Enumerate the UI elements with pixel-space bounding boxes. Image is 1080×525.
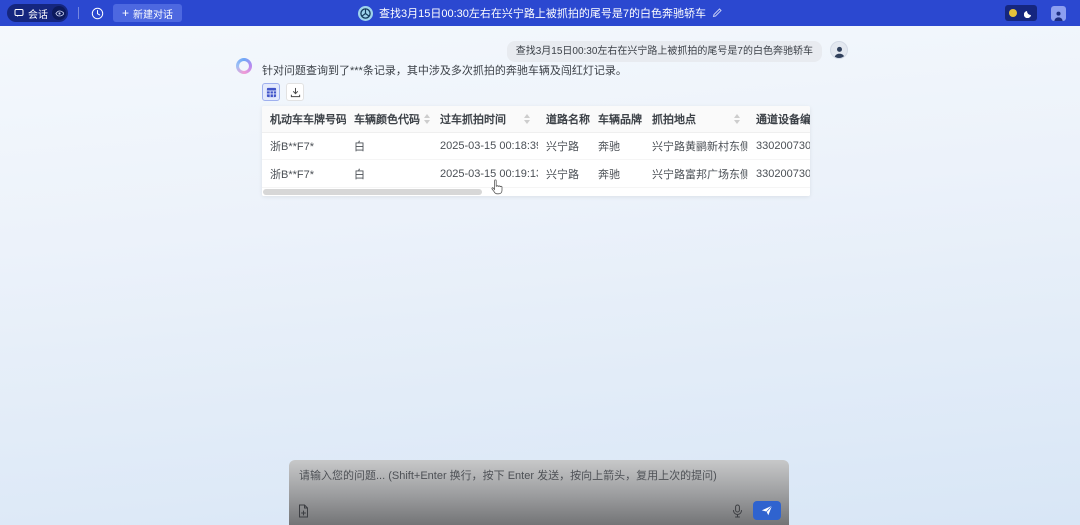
- user-avatar: [830, 41, 848, 59]
- cell-plate: 浙B**F7*: [262, 160, 346, 187]
- chat-icon: [14, 8, 24, 18]
- topbar-title-group: 查找3月15日00:30左右在兴宁路上被抓拍的尾号是7的白色奔驰轿车: [358, 5, 722, 21]
- car-logo-icon: [358, 6, 373, 21]
- table-row[interactable]: 浙B**F7* 白 2025-03-15 00:19:13 兴宁路 奔驰 兴宁路…: [262, 160, 810, 187]
- table-row[interactable]: 浙B**F7* 白 2025-03-15 00:18:39 兴宁路 奔驰 兴宁路…: [262, 133, 810, 160]
- composer-toolbar: [289, 501, 789, 520]
- user-message-row: 查找3月15日00:30左右在兴宁路上被抓拍的尾号是7的白色奔驰轿车: [507, 41, 848, 62]
- send-button[interactable]: [753, 501, 781, 520]
- download-button[interactable]: [286, 83, 304, 101]
- topbar: 会话 + 新建对话 查找3月15日00:30左右在兴宁路上被抓拍的尾号是7的白色…: [0, 0, 1080, 26]
- cell-road: 兴宁路: [538, 160, 590, 187]
- microphone-icon[interactable]: [732, 504, 743, 518]
- theme-toggle[interactable]: [1005, 5, 1037, 21]
- edit-title-icon[interactable]: [712, 8, 722, 18]
- assistant-message: 针对问题查询到了***条记录，其中涉及多次抓拍的奔驰车辆及闯红灯记录。: [262, 62, 627, 78]
- composer: [289, 460, 789, 525]
- column-header-brand[interactable]: 车辆品牌: [590, 106, 644, 133]
- account-avatar-button[interactable]: [1051, 6, 1066, 21]
- assistant-avatar: [236, 58, 252, 74]
- table-view-button[interactable]: [262, 83, 280, 101]
- scrollbar-thumb[interactable]: [263, 189, 482, 195]
- horizontal-scrollbar[interactable]: [262, 187, 810, 196]
- sort-icon[interactable]: [734, 114, 740, 124]
- session-button[interactable]: 会话: [7, 4, 68, 22]
- cell-brand: 奔驰: [590, 160, 644, 187]
- result-toolbar: [262, 83, 304, 101]
- sort-icon[interactable]: [524, 114, 530, 124]
- table-header: 机动车车牌号码 车辆颜色代码 过车抓拍时间 道路名称 车辆品牌 抓拍地点 通道设…: [262, 106, 810, 133]
- cell-color: 白: [346, 160, 432, 187]
- plus-icon: +: [122, 8, 129, 18]
- history-icon[interactable]: [89, 5, 105, 21]
- column-header-time[interactable]: 过车抓拍时间: [432, 106, 538, 133]
- attach-file-icon[interactable]: [297, 504, 310, 518]
- cell-device: 3302007305132: [748, 160, 810, 187]
- cell-road: 兴宁路: [538, 133, 590, 160]
- column-header-color[interactable]: 车辆颜色代码: [346, 106, 432, 133]
- column-header-road[interactable]: 道路名称: [538, 106, 590, 133]
- question-input[interactable]: [289, 460, 789, 494]
- column-header-device[interactable]: 通道设备编码: [748, 106, 810, 133]
- new-chat-label: 新建对话: [133, 6, 173, 21]
- topbar-right: [1005, 5, 1066, 21]
- new-chat-button[interactable]: + 新建对话: [113, 4, 182, 22]
- cell-plate: 浙B**F7*: [262, 133, 346, 160]
- sort-icon[interactable]: [424, 114, 430, 124]
- conversation-title: 查找3月15日00:30左右在兴宁路上被抓拍的尾号是7的白色奔驰轿车: [379, 5, 706, 21]
- session-label: 会话: [28, 6, 48, 21]
- moon-icon[interactable]: [1024, 9, 1033, 18]
- column-header-plate[interactable]: 机动车车牌号码: [262, 106, 346, 133]
- cell-brand: 奔驰: [590, 133, 644, 160]
- table-view-icon: [266, 87, 277, 98]
- cell-time: 2025-03-15 00:18:39: [432, 133, 538, 160]
- results-table: 机动车车牌号码 车辆颜色代码 过车抓拍时间 道路名称 车辆品牌 抓拍地点 通道设…: [262, 106, 810, 196]
- cell-time: 2025-03-15 00:19:13: [432, 160, 538, 187]
- cell-device: 3302007305132: [748, 133, 810, 160]
- cell-location: 兴宁路黄鹂新村东侧西: [644, 133, 748, 160]
- user-message-bubble: 查找3月15日00:30左右在兴宁路上被抓拍的尾号是7的白色奔驰轿车: [507, 41, 822, 62]
- table-body: 浙B**F7* 白 2025-03-15 00:18:39 兴宁路 奔驰 兴宁路…: [262, 133, 810, 187]
- topbar-divider: [78, 7, 79, 19]
- column-header-location[interactable]: 抓拍地点: [644, 106, 748, 133]
- cell-location: 兴宁路富邦广场东侧西: [644, 160, 748, 187]
- download-icon: [290, 87, 301, 98]
- sun-icon[interactable]: [1009, 9, 1017, 17]
- cell-color: 白: [346, 133, 432, 160]
- topbar-left: 会话 + 新建对话: [0, 4, 182, 22]
- eye-icon[interactable]: [52, 6, 66, 20]
